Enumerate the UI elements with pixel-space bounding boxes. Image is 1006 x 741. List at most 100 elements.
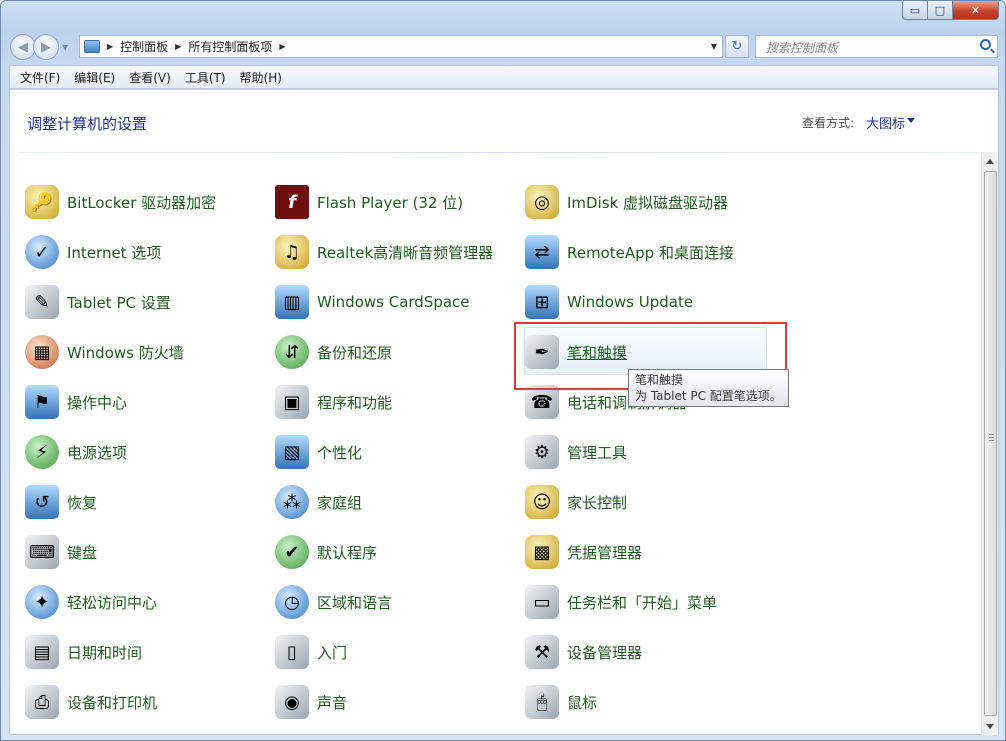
keyboard-icon: ⌨ xyxy=(25,535,59,569)
item-label: 默认程序 xyxy=(317,543,378,562)
vault-icon: ▩ xyxy=(525,535,559,569)
audio-wave-icon: ♫ xyxy=(275,235,309,269)
item-homegroup[interactable]: ⁂ 家庭组 xyxy=(275,482,362,522)
view-by-dropdown[interactable]: 大图标 xyxy=(866,113,905,132)
item-label: 键盘 xyxy=(67,543,98,562)
flash-icon: f xyxy=(275,185,309,219)
page-title: 调整计算机的设置 xyxy=(27,115,148,133)
item-admin-tools[interactable]: ⚙ 管理工具 xyxy=(525,432,627,472)
item-label: 鼠标 xyxy=(567,693,598,712)
item-personalization[interactable]: ▧ 个性化 xyxy=(275,432,362,472)
item-label: Flash Player (32 位) xyxy=(317,193,464,212)
item-label: Windows Update xyxy=(567,293,694,311)
nav-buttons: ◀ ▶ ▼ xyxy=(10,34,68,60)
menu-bar: 文件(F) 编辑(E) 查看(V) 工具(T) 帮助(H) xyxy=(9,65,999,89)
item-ease-of-access[interactable]: ✦ 轻松访问中心 xyxy=(25,582,157,622)
flag-icon: ⚑ xyxy=(25,385,59,419)
menu-help[interactable]: 帮助(H) xyxy=(240,69,282,86)
item-keyboard[interactable]: ⌨ 键盘 xyxy=(25,532,97,572)
menu-tools[interactable]: 工具(T) xyxy=(185,69,226,86)
getting-started-icon: ▯ xyxy=(275,635,309,669)
item-mouse[interactable]: 🖱 鼠标 xyxy=(525,682,597,722)
search-placeholder: 搜索控制面板 xyxy=(766,41,839,55)
item-windows-update[interactable]: ⊞ Windows Update xyxy=(525,282,693,322)
item-sound[interactable]: ◉ 声音 xyxy=(275,682,347,722)
item-label: 个性化 xyxy=(317,443,363,462)
item-flash-player[interactable]: f Flash Player (32 位) xyxy=(275,182,463,222)
mouse-icon: 🖱 xyxy=(525,685,559,719)
item-label: 程序和功能 xyxy=(317,393,393,412)
item-date-time[interactable]: ▤ 日期和时间 xyxy=(25,632,142,672)
tablet-icon: ✎ xyxy=(25,285,59,319)
item-imdisk[interactable]: ◎ ImDisk 虚拟磁盘驱动器 xyxy=(525,182,728,222)
view-by-arrow-icon[interactable] xyxy=(907,118,915,123)
breadcrumb-all-items[interactable]: 所有控制面板项 xyxy=(188,38,272,55)
item-parental-controls[interactable]: ☺ 家长控制 xyxy=(525,482,627,522)
windows-update-icon: ⊞ xyxy=(525,285,559,319)
item-remoteapp[interactable]: ⇄ RemoteApp 和桌面连接 xyxy=(525,232,734,272)
maximize-button[interactable]: □ xyxy=(928,1,953,20)
item-bitlocker[interactable]: 🔑 BitLocker 驱动器加密 xyxy=(25,182,216,222)
address-dropdown-icon[interactable]: ▼ xyxy=(711,42,717,51)
default-programs-icon: ✔ xyxy=(275,535,309,569)
breadcrumb-separator-icon[interactable]: ▶ xyxy=(279,42,285,51)
item-label: 家庭组 xyxy=(317,493,363,512)
item-recovery[interactable]: ↺ 恢复 xyxy=(25,482,97,522)
item-internet-options[interactable]: ✓ Internet 选项 xyxy=(25,232,161,272)
item-label: 区域和语言 xyxy=(317,593,393,612)
menu-view[interactable]: 查看(V) xyxy=(129,69,171,86)
item-getting-started[interactable]: ▯ 入门 xyxy=(275,632,347,672)
close-button[interactable]: ✕ xyxy=(953,1,999,20)
item-action-center[interactable]: ⚑ 操作中心 xyxy=(25,382,127,422)
item-label: 备份和还原 xyxy=(317,343,393,362)
personalization-monitor-icon: ▧ xyxy=(275,435,309,469)
item-label: 任务栏和「开始」菜单 xyxy=(567,593,718,612)
minimize-button[interactable]: ▭ xyxy=(902,1,928,20)
item-realtek-audio[interactable]: ♫ Realtek高清晰音频管理器 xyxy=(275,232,493,272)
recovery-monitor-icon: ↺ xyxy=(25,485,59,519)
refresh-button[interactable]: ↻ xyxy=(725,35,749,58)
breadcrumb-separator-icon[interactable]: ▶ xyxy=(175,42,181,51)
bitlocker-key-icon: 🔑 xyxy=(25,185,59,219)
item-taskbar-start-menu[interactable]: ▭ 任务栏和「开始」菜单 xyxy=(525,582,717,622)
item-backup-restore[interactable]: ⇵ 备份和还原 xyxy=(275,332,392,372)
programs-icon: ▣ xyxy=(275,385,309,419)
menu-edit[interactable]: 编辑(E) xyxy=(74,69,115,86)
divider xyxy=(18,152,978,153)
search-input[interactable]: 搜索控制面板 xyxy=(755,35,998,58)
item-device-manager[interactable]: ⚒ 设备管理器 xyxy=(525,632,642,672)
item-label: 家长控制 xyxy=(567,493,628,512)
scroll-up-icon[interactable] xyxy=(986,159,994,164)
item-windows-firewall[interactable]: ▦ Windows 防火墙 xyxy=(25,332,184,372)
item-label: Windows 防火墙 xyxy=(67,343,184,362)
search-icon[interactable] xyxy=(980,39,991,50)
item-default-programs[interactable]: ✔ 默认程序 xyxy=(275,532,377,572)
item-label: 轻松访问中心 xyxy=(67,593,158,612)
scroll-down-icon[interactable] xyxy=(986,724,994,729)
menu-file[interactable]: 文件(F) xyxy=(20,69,60,86)
recent-pages-dropdown-icon[interactable]: ▼ xyxy=(62,43,68,52)
breadcrumb-separator-icon[interactable]: ▶ xyxy=(107,42,113,51)
item-tablet-pc-settings[interactable]: ✎ Tablet PC 设置 xyxy=(25,282,171,322)
vertical-scrollbar[interactable] xyxy=(981,152,998,735)
tooltip-text: 为 Tablet PC 配置笔选项。 xyxy=(635,389,782,403)
disk-icon: ◎ xyxy=(525,185,559,219)
breadcrumb-control-panel[interactable]: 控制面板 xyxy=(120,38,168,55)
item-programs-features[interactable]: ▣ 程序和功能 xyxy=(275,382,392,422)
item-label: Tablet PC 设置 xyxy=(67,293,171,312)
forward-button[interactable]: ▶ xyxy=(33,34,59,60)
item-label: ImDisk 虚拟磁盘驱动器 xyxy=(567,193,729,212)
item-power-options[interactable]: ⚡ 电源选项 xyxy=(25,432,127,472)
item-devices-printers[interactable]: ⎙ 设备和打印机 xyxy=(25,682,157,722)
item-region-language[interactable]: ◷ 区域和语言 xyxy=(275,582,392,622)
scroll-thumb[interactable] xyxy=(984,171,997,716)
internet-globe-icon: ✓ xyxy=(25,235,59,269)
item-label: 入门 xyxy=(317,643,348,662)
forward-arrow-icon: ▶ xyxy=(41,39,51,55)
address-bar[interactable]: ▶ 控制面板 ▶ 所有控制面板项 ▶ ▼ xyxy=(79,35,723,58)
tooltip-title: 笔和触摸 xyxy=(635,373,684,387)
item-credential-manager[interactable]: ▩ 凭据管理器 xyxy=(525,532,642,572)
item-windows-cardspace[interactable]: ▥ Windows CardSpace xyxy=(275,282,470,322)
back-arrow-icon: ◀ xyxy=(18,39,28,55)
printer-icon: ⎙ xyxy=(25,685,59,719)
